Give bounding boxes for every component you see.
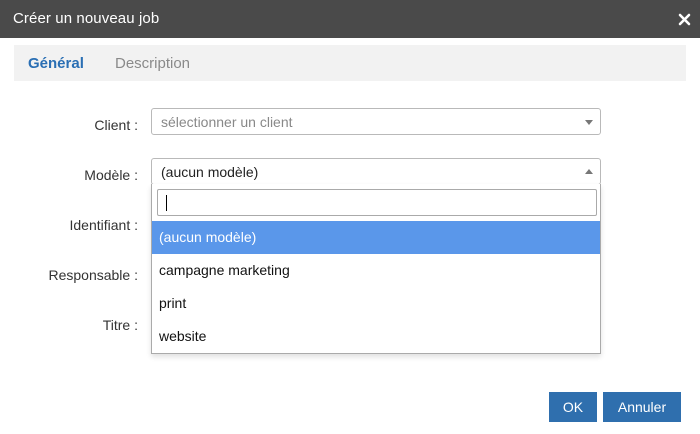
ok-button[interactable]: OK — [549, 392, 597, 422]
dropdown-option[interactable]: (aucun modèle) — [152, 221, 600, 254]
client-label: Client : — [94, 117, 138, 133]
client-select[interactable]: sélectionner un client — [151, 108, 601, 135]
dropdown-option[interactable]: print — [152, 287, 600, 320]
dropdown-option[interactable]: campagne marketing — [152, 254, 600, 287]
tab-bar: Général Description — [14, 45, 686, 81]
text-caret — [166, 195, 167, 211]
chevron-up-icon — [585, 169, 593, 174]
dropdown-option[interactable]: website — [152, 320, 600, 353]
dialog-title: Créer un nouveau job — [13, 10, 160, 27]
tab-general[interactable]: Général — [28, 55, 84, 72]
titre-label: Titre : — [102, 317, 138, 333]
dropdown-search-input[interactable] — [157, 189, 597, 216]
modele-label: Modèle : — [84, 167, 138, 183]
chevron-down-icon — [585, 120, 593, 125]
close-icon[interactable] — [677, 12, 692, 27]
responsable-label: Responsable : — [48, 267, 138, 283]
modele-select[interactable]: (aucun modèle) — [151, 158, 601, 185]
dialog-titlebar: Créer un nouveau job — [0, 0, 700, 38]
tab-description[interactable]: Description — [115, 55, 190, 72]
cancel-button[interactable]: Annuler — [603, 392, 681, 422]
client-placeholder: sélectionner un client — [161, 114, 293, 130]
modele-dropdown: (aucun modèle) campagne marketing print … — [151, 184, 601, 354]
modele-value: (aucun modèle) — [161, 164, 259, 180]
identifiant-label: Identifiant : — [69, 217, 139, 233]
